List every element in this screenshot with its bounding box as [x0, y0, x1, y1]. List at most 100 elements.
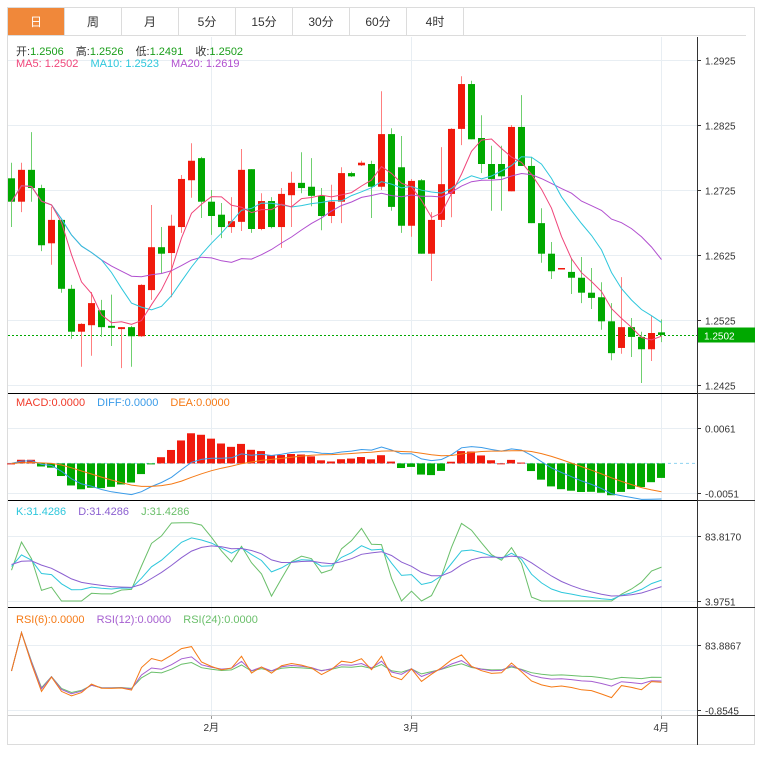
k-line: [11, 537, 662, 601]
j-value: 31.4286: [149, 506, 190, 518]
kline-chart[interactable]: 1.2925 1.2825 1.2725 1.2625 1.2525 1.2425 0.00…: [0, 0, 769, 758]
macd-bar-positive: [357, 457, 365, 464]
rsi12-value: 0.0000: [137, 614, 172, 626]
candle-up: [278, 193, 285, 228]
rsi12-label: RSI(12):: [96, 614, 138, 626]
rsi6-legend-item: RSI(6):0.0000: [16, 614, 85, 626]
macd-bar-positive: [157, 457, 165, 464]
candle-down: [518, 126, 525, 166]
macd-bar-positive: [377, 455, 385, 464]
candle-down: [298, 182, 305, 189]
ma10-label: MA10:: [90, 58, 123, 70]
macd-bar-negative: [617, 463, 625, 492]
macd-bar-negative: [557, 463, 565, 490]
candle-up: [78, 323, 85, 332]
kdj-axis-label: 3.9751: [705, 598, 736, 609]
macd-bar-negative: [427, 463, 435, 476]
rsi24-label: RSI(24):: [183, 614, 225, 626]
candle-down: [158, 247, 165, 254]
candle-up: [428, 219, 435, 254]
diff-legend-item: DIFF:0.0000: [97, 397, 158, 409]
rsi24-line: [11, 630, 662, 694]
candle-down: [478, 138, 485, 164]
candle-up: [138, 284, 145, 337]
ma5-legend: MA5: 1.2502: [16, 58, 78, 70]
dea-value: 0.0000: [196, 397, 230, 409]
ma10-value: 1.2523: [125, 58, 159, 70]
ma20-value: 1.2619: [205, 58, 240, 70]
candle-down: [308, 186, 315, 196]
macd-bar-positive: [337, 459, 345, 464]
dea-legend-item: DEA:0.0000: [170, 397, 229, 409]
ma10-legend: MA10: 1.2523: [90, 58, 159, 70]
macd-legend: MACD:0.0000 DIFF:0.0000 DEA:0.0000: [16, 397, 239, 409]
candle-up: [338, 173, 345, 202]
candle-down: [578, 277, 585, 293]
close-value: 1.2502: [209, 46, 244, 58]
candle-down: [318, 195, 325, 216]
rsi-legend: RSI(6):0.0000 RSI(12):0.0000 RSI(24):0.0…: [16, 614, 267, 626]
rsi6-label: RSI(6):: [16, 614, 51, 626]
macd-bar-negative: [87, 463, 95, 488]
macd-bar-negative: [607, 463, 615, 496]
price-axis-label: 1.2425: [705, 382, 736, 393]
candle-up: [118, 327, 125, 330]
macd-bar-negative: [547, 463, 555, 487]
ohlc-legend: 开:1.2506 高:1.2526 低:1.2491 收:1.2502: [16, 43, 252, 59]
x-axis-label: 2月: [204, 722, 220, 734]
candle-up: [168, 225, 175, 254]
candle-up: [508, 126, 515, 192]
macd-bar-positive: [447, 461, 455, 464]
candle-up: [458, 84, 465, 129]
candle-up: [648, 333, 655, 350]
ma5-value: 1.2502: [44, 58, 79, 70]
macd-bar-positive: [497, 463, 505, 465]
open-value: 1.2506: [30, 46, 64, 58]
macd-bar-positive: [327, 461, 335, 464]
candle-down: [28, 169, 35, 189]
d-value: 31.4286: [89, 506, 129, 518]
macd-bar-negative: [127, 463, 135, 483]
macd-bar-positive: [257, 451, 265, 464]
candle-down: [568, 271, 575, 278]
candle-down: [268, 201, 275, 228]
candle-down: [368, 164, 375, 187]
ma20-legend: MA20: 1.2619: [171, 58, 240, 70]
candle-down: [598, 297, 605, 322]
candle-down: [588, 292, 595, 298]
macd-bar-negative: [567, 463, 575, 491]
candle-up: [48, 219, 55, 244]
candle-down: [658, 332, 665, 335]
ma-legend: MA5: 1.2502 MA10: 1.2523 MA20: 1.2619: [16, 58, 249, 70]
candle-down: [208, 201, 215, 216]
price-axis-label: 1.2825: [705, 122, 736, 133]
d-legend-item: D:31.4286: [78, 506, 129, 518]
ma20-label: MA20:: [171, 58, 203, 70]
macd-bar-negative: [537, 463, 545, 480]
macd-bar-positive: [477, 455, 485, 464]
candle-up: [558, 268, 565, 270]
candle-down: [638, 336, 645, 350]
candle-up: [378, 134, 385, 187]
rsi6-value: 0.0000: [50, 614, 85, 626]
candle-down: [218, 214, 225, 228]
k-legend-item: K:31.4286: [16, 506, 66, 518]
macd-bar-negative: [147, 463, 155, 465]
macd-value: 0.0000: [51, 397, 86, 409]
x-axis-label: 4月: [654, 722, 670, 734]
candle-up: [328, 201, 335, 216]
rsi6-line: [11, 630, 662, 699]
rsi24-value: 0.0000: [224, 614, 258, 626]
candle-up: [288, 182, 295, 196]
k-value: 31.4286: [26, 506, 67, 518]
macd-bar-negative: [407, 463, 415, 467]
candle-down: [468, 84, 475, 140]
macd-bar-positive: [167, 449, 175, 464]
x-axis-label: 3月: [404, 722, 420, 734]
candle-down: [248, 169, 255, 229]
candle-up: [88, 303, 95, 326]
candle-down: [68, 288, 75, 332]
macd-bar-negative: [77, 463, 85, 490]
candle-down: [418, 180, 425, 254]
macd-bar-negative: [637, 463, 645, 488]
